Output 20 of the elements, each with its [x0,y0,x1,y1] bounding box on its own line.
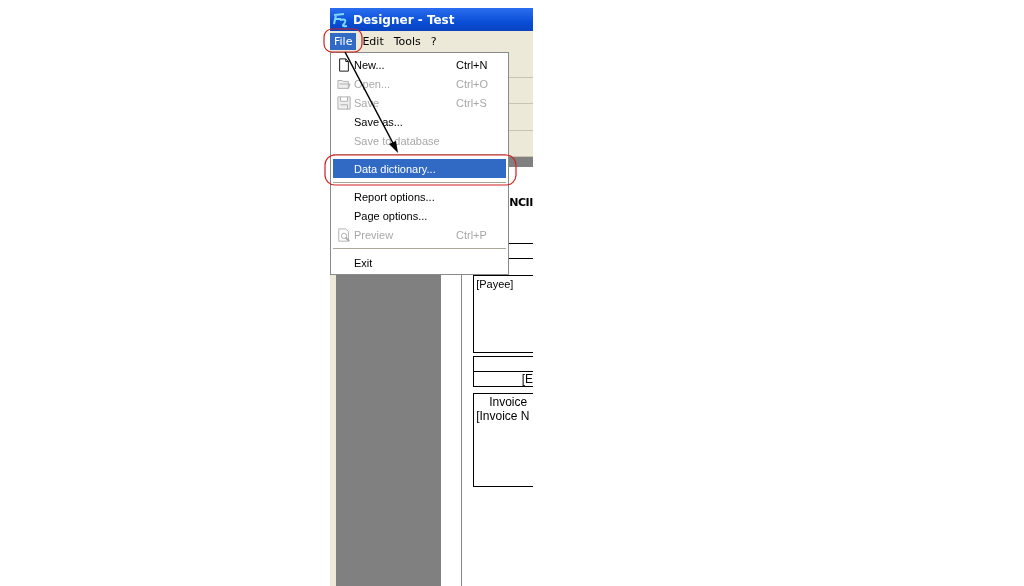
menu-item[interactable]: Page options... [333,206,506,225]
menu-item[interactable]: Data dictionary... [333,159,506,178]
payee-field: [Payee] [476,278,514,290]
field-text: [E [521,372,533,386]
window-title: Designer - Test [353,12,455,27]
menu-item[interactable]: New... Ctrl+N [333,55,506,74]
menu-bar-item[interactable]: ? [426,32,441,50]
menu-item[interactable]: Save as... [333,112,506,131]
page-icon [336,57,351,72]
menu-bar-item[interactable]: Edit [358,32,388,50]
menu-bar-item[interactable]: File [330,32,357,50]
menu-item[interactable]: Report options... [333,187,506,206]
highlight-ring [323,28,363,53]
invoice-number-field: [Invoice N [476,409,531,423]
menu-item[interactable]: Exit [333,253,506,272]
invoice-label: Invoice [488,395,529,409]
logo-icon [332,11,350,28]
menu-bar-item[interactable]: Tools [389,32,425,50]
preview-icon [336,227,351,242]
heading-text: NCII [509,196,533,209]
